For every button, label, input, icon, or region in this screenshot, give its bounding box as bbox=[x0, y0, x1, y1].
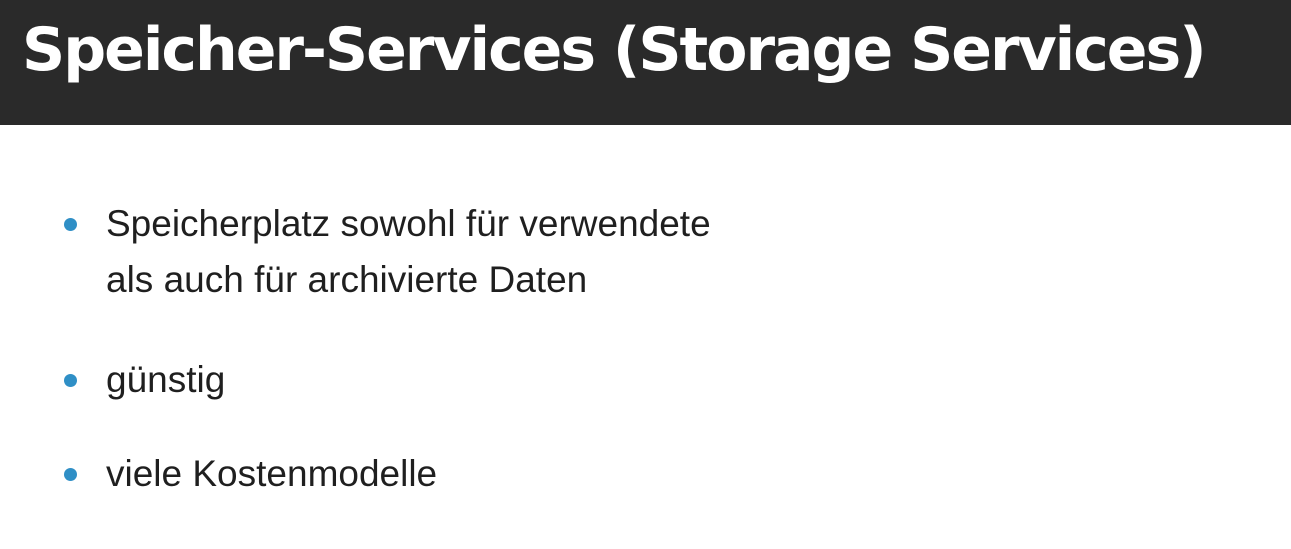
slide: Speicher-Services (Storage Services) Spe… bbox=[0, 0, 1291, 549]
bullet-text: viele Kostenmodelle bbox=[106, 446, 437, 502]
bullet-line: günstig bbox=[106, 359, 226, 400]
slide-title: Speicher-Services (Storage Services) bbox=[22, 15, 1207, 85]
bullet-dot-icon bbox=[64, 218, 77, 231]
bullet-dot-icon bbox=[64, 468, 77, 481]
bullet-text: günstig bbox=[106, 352, 225, 408]
bullet-line: viele Kostenmodelle bbox=[106, 453, 438, 494]
bullet-text: Speicherplatz sowohl für verwendete als … bbox=[106, 196, 711, 308]
bullet-line: Speicherplatz sowohl für verwendete bbox=[106, 203, 711, 244]
bullet-line: als auch für archivierte Daten bbox=[106, 259, 588, 300]
title-bar: Speicher-Services (Storage Services) bbox=[0, 0, 1291, 125]
bullet-dot-icon bbox=[64, 374, 77, 387]
